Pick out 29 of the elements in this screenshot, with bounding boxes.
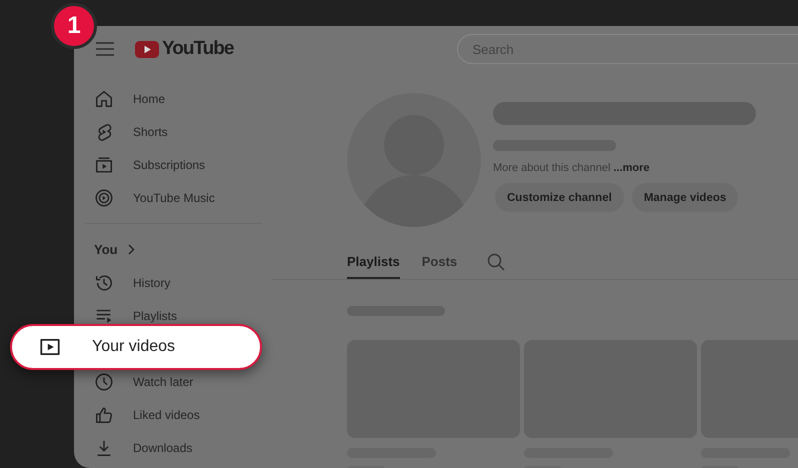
thumbs-up-icon [94,404,114,424]
channel-button[interactable]: Manage videos [632,183,738,212]
step-badge: 1 [51,3,97,49]
chevron-right-icon[interactable] [128,244,135,255]
tab[interactable]: Posts [422,245,458,279]
search-icon[interactable] [487,253,506,271]
sidebar-item[interactable]: Playlists [74,308,264,323]
channel-description: More about this channel [493,162,612,174]
sidebar-item[interactable]: Subscriptions [74,157,264,172]
play-logo-icon [135,40,159,58]
menu-icon[interactable] [96,42,114,56]
sidebar-item[interactable]: Watch later [74,374,264,389]
sidebar-item[interactable]: YouTube Music [74,190,264,205]
channel-button[interactable]: Customize channel [495,183,624,212]
sidebar-item[interactable]: History [74,275,264,290]
history-icon [94,272,114,292]
subscriptions-icon [94,154,114,174]
sidebar-item[interactable]: Home [74,91,264,106]
logo-text: YouTube [162,38,234,60]
sidebar-item[interactable]: Your videos [10,324,262,370]
home-icon [94,88,114,108]
sidebar-item[interactable]: Shorts [74,124,264,139]
sidebar-item[interactable]: Downloads [74,440,264,455]
sidebar-item[interactable]: Liked videos [74,407,264,422]
section-title[interactable]: You [94,242,118,257]
tab[interactable]: Playlists [347,245,400,279]
clock-icon [94,372,114,392]
more-link[interactable]: ...more [613,162,650,174]
music-icon [94,188,114,208]
